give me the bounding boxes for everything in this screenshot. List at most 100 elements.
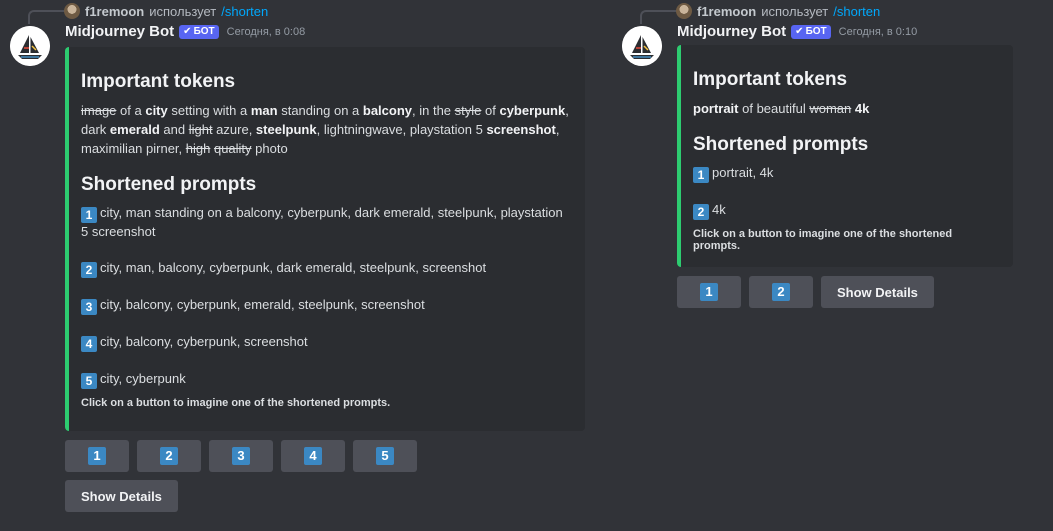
prompt-buttons: 1 2 3 4 5 xyxy=(65,440,417,472)
show-details-button[interactable]: Show Details xyxy=(821,276,934,308)
shorten-embed: Important tokens portrait of beautiful w… xyxy=(677,45,1013,267)
checkmark-icon: ✔ xyxy=(795,26,804,37)
prompt-text: city, man standing on a balcony, cyberpu… xyxy=(81,205,563,239)
token-kept: steelpunk xyxy=(255,122,317,137)
token-removed: high xyxy=(185,141,211,156)
prompt-item: 2 city, man, balcony, cyberpunk, dark eme… xyxy=(81,259,571,278)
token-kept: portrait xyxy=(693,101,739,116)
prompt-1-button[interactable]: 1 xyxy=(677,276,741,308)
prompt-2-button[interactable]: 2 xyxy=(137,440,201,472)
prompt-text: 4k xyxy=(712,202,726,217)
token-kept: 4k xyxy=(854,101,870,116)
timestamp[interactable]: Сегодня, в 0:10 xyxy=(839,26,918,38)
sailboat-icon xyxy=(622,26,662,66)
shortened-prompts-heading: Shortened prompts xyxy=(81,174,257,195)
keycap-1-icon: 1 xyxy=(700,283,718,301)
keycap-1-icon: 1 xyxy=(81,207,97,223)
token-kept: balcony xyxy=(362,103,413,118)
prompt-text: portrait, 4k xyxy=(712,165,774,180)
prompt-5-button[interactable]: 5 xyxy=(353,440,417,472)
bot-badge: ✔ БОТ xyxy=(179,24,219,39)
prompt-list: 1 city, man standing on a balcony, cyberp… xyxy=(81,204,571,389)
command-link[interactable]: /shorten xyxy=(221,4,268,19)
prompt-buttons: 1 2 Show Details xyxy=(677,276,934,308)
token-kept: screenshot xyxy=(486,122,556,137)
token-removed: quality xyxy=(213,141,252,156)
bot-avatar[interactable] xyxy=(10,26,50,66)
prompt-1-button[interactable]: 1 xyxy=(65,440,129,472)
reply-action: использует xyxy=(761,3,829,19)
prompt-item: 1 city, man standing on a balcony, cyberp… xyxy=(81,204,571,241)
keycap-5-icon: 5 xyxy=(376,447,394,465)
keycap-1-icon: 1 xyxy=(693,167,709,183)
important-tokens-heading: Important tokens xyxy=(81,71,236,92)
token-text: azure, xyxy=(212,122,256,137)
message-header: Midjourney Bot ✔ БОТ Сегодня, в 0:08 xyxy=(65,23,305,40)
token-kept: emerald xyxy=(109,122,160,137)
reply-reference[interactable]: f1remoon использует /shorten xyxy=(64,2,268,20)
keycap-2-icon: 2 xyxy=(772,283,790,301)
keycap-3-icon: 3 xyxy=(81,299,97,315)
prompt-item: 1 portrait, 4k xyxy=(693,164,999,183)
token-text: , in the xyxy=(412,103,455,118)
bot-name[interactable]: Midjourney Bot xyxy=(65,23,174,40)
reply-username[interactable]: f1remoon xyxy=(697,4,756,19)
important-tokens-text: portrait of beautiful woman 4k xyxy=(693,99,999,118)
checkmark-icon: ✔ xyxy=(183,26,192,37)
keycap-4-icon: 4 xyxy=(81,336,97,352)
token-text: of beautiful xyxy=(738,101,810,116)
user-avatar[interactable] xyxy=(64,3,80,19)
prompt-3-button[interactable]: 3 xyxy=(209,440,273,472)
token-removed: style xyxy=(454,103,482,118)
reply-connector xyxy=(28,10,66,24)
token-kept: man xyxy=(250,103,278,118)
prompt-text: city, cyberpunk xyxy=(100,371,186,386)
token-text: , lightningwave, playstation 5 xyxy=(316,122,487,137)
sailboat-icon xyxy=(10,26,50,66)
bot-badge-label: БОТ xyxy=(805,26,827,37)
show-details-button[interactable]: Show Details xyxy=(65,480,178,512)
bot-badge: ✔ БОТ xyxy=(791,24,831,39)
prompt-text: city, man, balcony, cyberpunk, dark emer… xyxy=(100,260,487,275)
command-link[interactable]: /shorten xyxy=(833,4,880,19)
token-text: setting with a xyxy=(167,103,251,118)
prompt-item: 4 city, balcony, cyberpunk, screenshot xyxy=(81,333,571,352)
token-kept: cyberpunk xyxy=(499,103,566,118)
keycap-2-icon: 2 xyxy=(160,447,178,465)
keycap-5-icon: 5 xyxy=(81,373,97,389)
timestamp[interactable]: Сегодня, в 0:08 xyxy=(227,26,306,38)
token-removed: image xyxy=(81,103,117,118)
keycap-3-icon: 3 xyxy=(232,447,250,465)
keycap-2-icon: 2 xyxy=(81,262,97,278)
details-row: Show Details xyxy=(65,480,178,512)
token-text: of xyxy=(481,103,500,118)
embed-footer: Click on a button to imagine one of the … xyxy=(693,228,953,252)
keycap-1-icon: 1 xyxy=(88,447,106,465)
reply-action: использует xyxy=(149,3,217,19)
important-tokens-text: image of a city setting with a man stand… xyxy=(81,101,571,158)
prompt-4-button[interactable]: 4 xyxy=(281,440,345,472)
token-removed: light xyxy=(188,122,213,137)
prompt-text: city, balcony, cyberpunk, screenshot xyxy=(100,334,308,349)
message-header: Midjourney Bot ✔ БОТ Сегодня, в 0:10 xyxy=(677,23,917,40)
bot-name[interactable]: Midjourney Bot xyxy=(677,23,786,40)
reply-username[interactable]: f1remoon xyxy=(85,4,144,19)
bot-avatar[interactable] xyxy=(622,26,662,66)
token-kept: city xyxy=(145,103,168,118)
bot-badge-label: БОТ xyxy=(193,26,215,37)
token-text: and xyxy=(159,122,189,137)
embed-footer: Click on a button to imagine one of the … xyxy=(81,397,391,409)
prompt-text: city, balcony, cyberpunk, emerald, steel… xyxy=(100,297,425,312)
reply-reference[interactable]: f1remoon использует /shorten xyxy=(676,2,880,20)
token-text: standing on a xyxy=(277,103,363,118)
keycap-4-icon: 4 xyxy=(304,447,322,465)
token-text: of a xyxy=(116,103,146,118)
prompt-2-button[interactable]: 2 xyxy=(749,276,813,308)
token-removed: woman xyxy=(809,101,852,116)
prompt-item: 3 city, balcony, cyberpunk, emerald, stee… xyxy=(81,296,571,315)
prompt-list: 1 portrait, 4k 2 4k xyxy=(693,164,999,220)
user-avatar[interactable] xyxy=(676,3,692,19)
reply-connector xyxy=(640,10,678,24)
token-text: photo xyxy=(251,141,288,156)
keycap-2-icon: 2 xyxy=(693,204,709,220)
